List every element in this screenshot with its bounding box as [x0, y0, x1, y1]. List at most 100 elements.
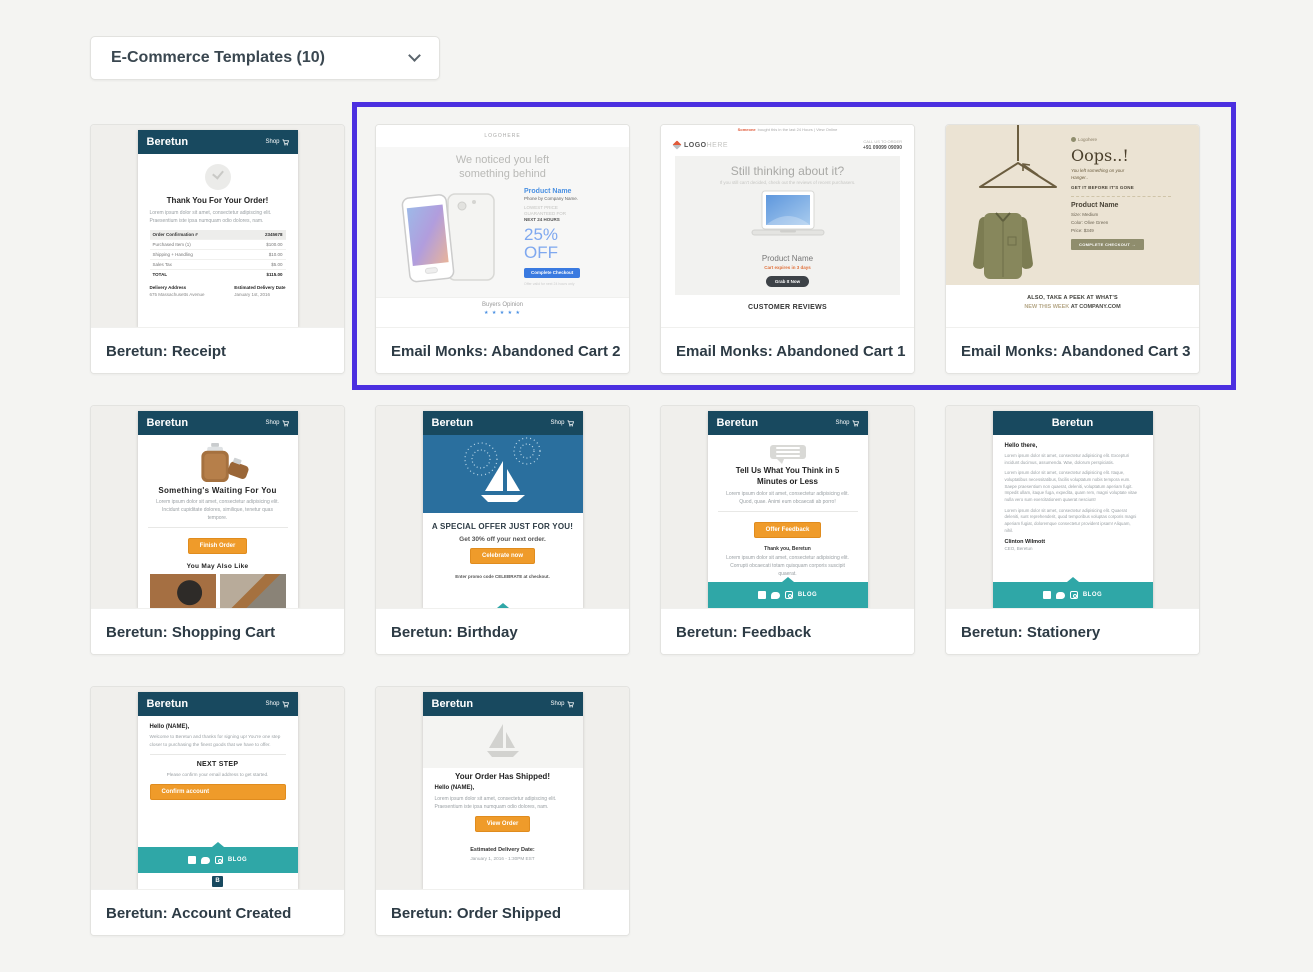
signature-name: Clinton Wilmott: [1005, 539, 1141, 545]
email-thumbnail: Beretun Shop Your Order Has Shipped! Hel…: [423, 692, 583, 889]
instagram-icon: [1070, 591, 1078, 599]
template-title: Beretun: Account Created: [106, 905, 291, 922]
template-preview: Logohere Oops..! You left something on y…: [946, 125, 1199, 327]
checkout-button: Complete Checkout: [524, 268, 580, 278]
also-like-heading: You May Also Like: [138, 563, 298, 570]
email-body-text: Lorem ipsum dolor sit amet, consectetur …: [722, 554, 854, 578]
brand-logo: Beretun: [147, 136, 189, 148]
greeting-text: Hello (NAME),: [150, 724, 286, 730]
delivery-date-label: Estimated Delivery Date:: [423, 847, 583, 853]
signature-role: CEO, Beretun: [1005, 546, 1141, 551]
brand-logo: Beretun: [432, 698, 474, 710]
email-heading: We noticed you leftsomething behind: [376, 154, 629, 182]
cart-icon: [282, 139, 289, 146]
email-header: Beretun Shop: [138, 130, 298, 154]
template-preview: Beretun Hello there, Lorem ipsum dolor s…: [946, 406, 1199, 608]
email-thumbnail: Beretun Shop Something's Waiting For You…: [138, 411, 298, 608]
template-card-abandoned-cart-2[interactable]: LOGOHERE We noticed you leftsomething be…: [375, 124, 630, 374]
email-body-text: Lorem ipsum dolor sit amet, consectetur …: [1005, 470, 1141, 503]
shop-link: Shop: [550, 701, 564, 707]
dropdown-label: E-Commerce Templates (10): [111, 49, 325, 67]
star-rating: ★ ★ ★ ★ ★: [376, 310, 629, 316]
template-preview: Someone bought this in the last 24 Hours…: [661, 125, 914, 327]
template-title: Beretun: Shopping Cart: [106, 624, 275, 641]
logo-placeholder: LOGOHERE: [484, 133, 520, 139]
dashed-divider: [1071, 196, 1171, 197]
template-title: Email Monks: Abandoned Cart 1: [676, 343, 905, 360]
template-preview: Beretun Shop Thank You For Your Order! L…: [91, 125, 344, 327]
delivery-address-label: Delivery Address: [150, 285, 205, 290]
shop-link: Shop: [265, 420, 279, 426]
brand-logo: Beretun: [147, 417, 189, 429]
email-thumbnail: LOGOHERE We noticed you leftsomething be…: [376, 125, 629, 327]
chevron-down-icon: [408, 49, 421, 62]
view-order-button: View Order: [475, 816, 531, 832]
template-card-order-shipped[interactable]: Beretun Shop Your Order Has Shipped! Hel…: [375, 686, 630, 936]
total-label: TOTAL: [150, 270, 243, 280]
email-heading: Still thinking about it?: [681, 164, 894, 178]
template-card-receipt[interactable]: Beretun Shop Thank You For Your Order! L…: [90, 124, 345, 374]
cart-expiry: Cart expires in 3 days: [681, 265, 894, 270]
sailboat-icon: [481, 722, 525, 762]
confirm-account-button: Confirm account: [150, 784, 286, 800]
brand-mark-icon: B: [212, 876, 223, 887]
template-card-stationery[interactable]: Beretun Hello there, Lorem ipsum dolor s…: [945, 405, 1200, 655]
email-body-text: Welcome to Beretun and thanks for signin…: [150, 733, 286, 748]
template-preview: Beretun Shop Your Order Has Shipped! Hel…: [376, 687, 629, 889]
checkmark-icon: [205, 164, 231, 190]
cart-icon: [567, 420, 574, 427]
divider: [148, 527, 288, 528]
footer-line2-dark: AT COMPANY.COM: [1071, 304, 1121, 310]
shop-link: Shop: [550, 420, 564, 426]
customer-reviews-heading: CUSTOMER REVIEWS: [661, 304, 914, 311]
instagram-icon: [215, 856, 223, 864]
table-cell: Purchased Item (1): [150, 240, 243, 250]
celebrate-button: Celebrate now: [470, 548, 535, 564]
template-category-dropdown[interactable]: E-Commerce Templates (10): [90, 36, 440, 80]
email-heading: A SPECIAL OFFER JUST FOR YOU!: [423, 522, 583, 531]
divider: [150, 754, 286, 755]
delivery-date-label: Estimated Delivery Date: [234, 285, 285, 290]
template-preview: Beretun Shop Hello (NAME), Welcome to Be…: [91, 687, 344, 889]
product-color: Color: Olive Green: [1071, 220, 1186, 225]
product-name: Product Name: [524, 188, 616, 195]
brand-logo: Beretun: [1052, 417, 1094, 429]
product-name: Product Name: [1071, 202, 1186, 209]
fine-print: Offer valid for next 24 hours only: [524, 282, 616, 286]
template-card-account-created[interactable]: Beretun Shop Hello (NAME), Welcome to Be…: [90, 686, 345, 936]
email-thumbnail: Beretun Shop A: [423, 411, 583, 608]
template-card-abandoned-cart-1[interactable]: Someone bought this in the last 24 Hours…: [660, 124, 915, 374]
offer-feedback-button: Offer Feedback: [754, 522, 822, 538]
product-name: Product Name: [681, 254, 894, 263]
template-preview: Beretun Shop Something's Waiting For You…: [91, 406, 344, 608]
email-body-text: Lorem ipsum dolor sit amet, consectetur …: [435, 795, 571, 811]
template-preview: LOGOHERE We noticed you leftsomething be…: [376, 125, 629, 327]
flask-product-image: [185, 441, 251, 484]
template-card-feedback[interactable]: Beretun Shop Tell Us What You Think in 5…: [660, 405, 915, 655]
email-monks-badge-icon: [1199, 340, 1200, 363]
brand-logo: Beretun: [432, 417, 474, 429]
blog-link: BLOG: [228, 857, 247, 863]
email-monks-badge-icon: [914, 340, 915, 363]
email-thumbnail: Beretun Hello there, Lorem ipsum dolor s…: [993, 411, 1153, 608]
delivery-address: 675 Massachusetts Avenue: [150, 292, 205, 297]
order-confirmation-number: 2345678: [243, 230, 286, 240]
cart-icon: [567, 701, 574, 708]
email-heading: Thank You For Your Order!: [138, 196, 298, 205]
template-card-shopping-cart[interactable]: Beretun Shop Something's Waiting For You…: [90, 405, 345, 655]
brand-logo: Beretun: [147, 698, 189, 710]
email-subtext: If you still can't decided, check out th…: [681, 180, 894, 185]
email-body-text: Lorem ipsum dolor sit amet, consectetur …: [722, 490, 854, 506]
table-cell: Sales Tax: [150, 260, 243, 270]
related-product-image: [220, 574, 286, 608]
table-cell: $100.00: [243, 240, 286, 250]
logo-bold: LOGO: [684, 142, 707, 149]
template-card-abandoned-cart-3[interactable]: Logohere Oops..! You left something on y…: [945, 124, 1200, 374]
greeting-text: Hello there,: [1005, 443, 1141, 449]
buyers-opinion-label: Buyers Opinion: [376, 302, 629, 308]
email-thumbnail: Logohere Oops..! You left something on y…: [946, 125, 1199, 327]
email-heading: Your Order Has Shipped!: [423, 772, 583, 781]
footer-line1: ALSO, TAKE A PEEK AT WHAT'S: [946, 295, 1199, 301]
template-card-birthday[interactable]: Beretun Shop A: [375, 405, 630, 655]
facebook-icon: [1043, 591, 1051, 599]
